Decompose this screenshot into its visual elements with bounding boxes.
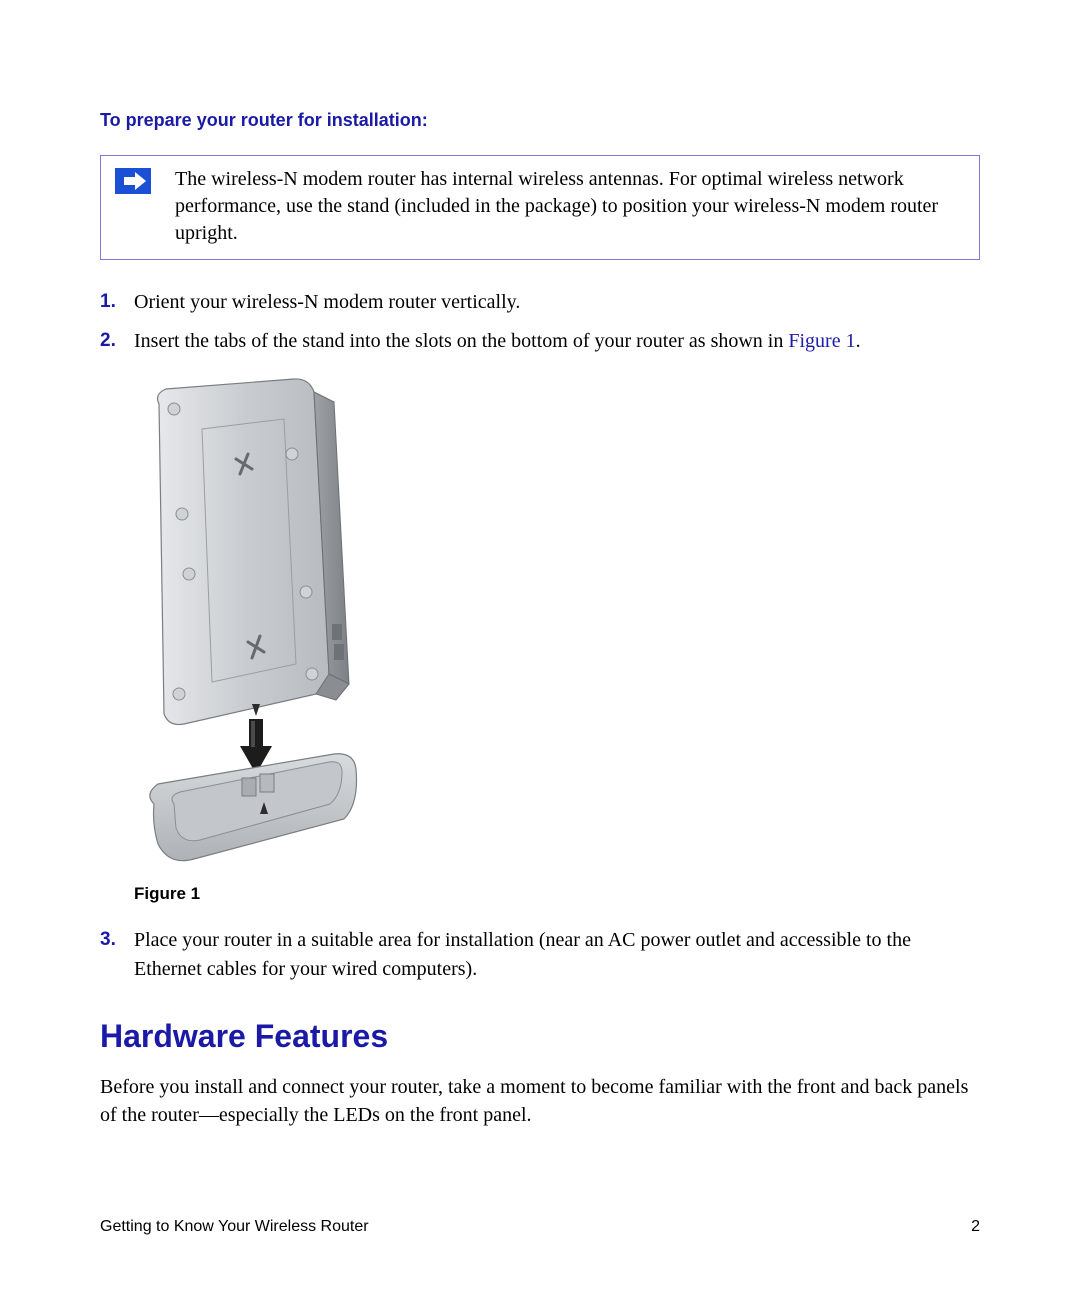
steps-list-continued: Place your router in a suitable area for…: [100, 926, 980, 984]
section-heading-hardware-features: Hardware Features: [100, 1018, 980, 1055]
step-1: Orient your wireless-N modem router vert…: [100, 288, 980, 317]
figure-caption: Figure 1: [134, 884, 980, 904]
step-2-text-a: Insert the tabs of the stand into the sl…: [134, 330, 788, 352]
footer-chapter-title: Getting to Know Your Wireless Router: [100, 1218, 369, 1236]
note-callout: The wireless-N modem router has internal…: [100, 155, 980, 260]
arrow-right-icon: [115, 168, 151, 199]
steps-list: Orient your wireless-N modem router vert…: [100, 288, 980, 356]
step-2-text-b: .: [856, 330, 861, 352]
figure-1-link[interactable]: Figure 1: [788, 330, 855, 352]
figure-1-illustration: [134, 374, 980, 874]
router-stand-icon: [134, 374, 364, 874]
step-3: Place your router in a suitable area for…: [100, 926, 980, 984]
subheading-prepare: To prepare your router for installation:: [100, 110, 980, 131]
document-page: To prepare your router for installation:…: [0, 0, 1080, 1296]
step-2: Insert the tabs of the stand into the sl…: [100, 327, 980, 356]
footer-page-number: 2: [971, 1218, 980, 1236]
page-footer: Getting to Know Your Wireless Router 2: [100, 1218, 980, 1236]
note-text: The wireless-N modem router has internal…: [175, 166, 965, 247]
section-body: Before you install and connect your rout…: [100, 1073, 980, 1129]
step-1-text: Orient your wireless-N modem router vert…: [134, 291, 520, 313]
step-3-text: Place your router in a suitable area for…: [134, 929, 911, 980]
